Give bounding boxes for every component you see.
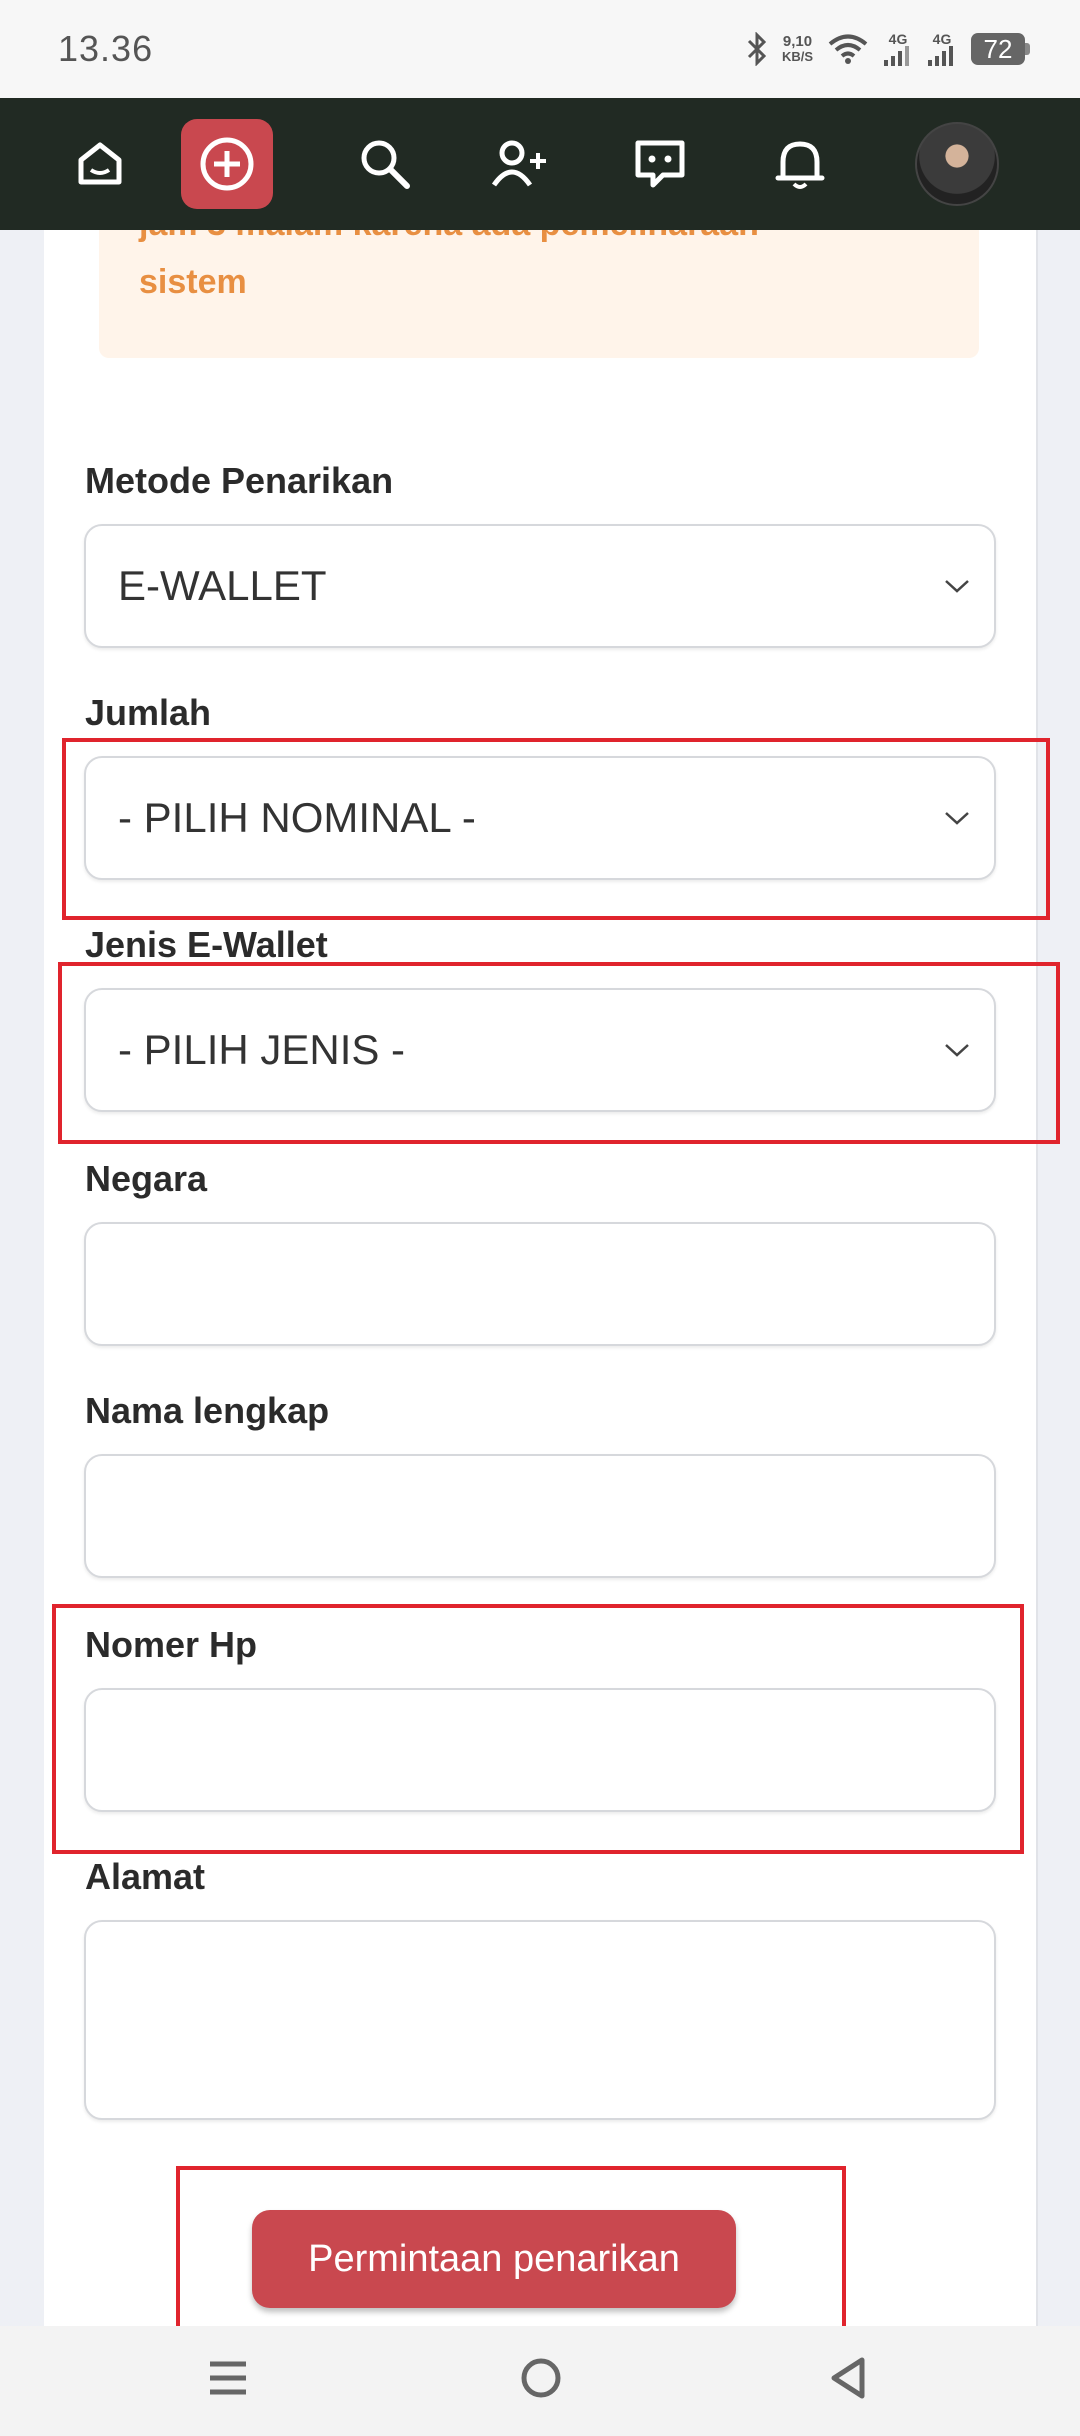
home-icon: [78, 142, 122, 185]
nav-add-user[interactable]: [485, 98, 555, 230]
menu-icon[interactable]: [208, 2356, 248, 2400]
signal-icon: [928, 46, 953, 66]
wifi-icon: [828, 34, 868, 64]
nav-profile[interactable]: [915, 98, 999, 230]
status-bar: 13.36 9,10 KB/S 4G 4G 72: [0, 0, 1080, 98]
home-circle-icon[interactable]: [519, 2356, 563, 2400]
withdraw-form-card: jam 3 malam karena ada pemeliharaan sist…: [44, 230, 1038, 2326]
signal-indicator-1: 4G: [883, 32, 913, 66]
address-label: Alamat: [85, 1856, 206, 1897]
battery-icon: 72: [971, 33, 1030, 65]
method-value: E-WALLET: [118, 562, 327, 609]
nav-home[interactable]: [60, 98, 140, 230]
country-field[interactable]: [84, 1222, 996, 1346]
method-select[interactable]: E-WALLET: [84, 524, 996, 648]
highlight-submit: [176, 2166, 846, 2344]
bell-icon: [775, 141, 825, 189]
status-icons: 9,10 KB/S 4G 4G 72: [746, 32, 1030, 66]
maintenance-notice: jam 3 malam karena ada pemeliharaan sist…: [99, 230, 979, 358]
add-user-icon: [491, 140, 546, 187]
add-button[interactable]: [181, 119, 273, 209]
net-speed: 9,10 KB/S: [781, 33, 813, 64]
highlight-phone: [52, 1604, 1024, 1854]
add-icon: [200, 137, 254, 191]
nav-chat[interactable]: [625, 98, 695, 230]
amount-label: Jumlah: [85, 692, 212, 733]
full-name-field[interactable]: [84, 1454, 996, 1578]
clock: 13.36: [58, 28, 154, 69]
address-field[interactable]: [84, 1920, 996, 2120]
highlight-wallet-type: [58, 962, 1060, 1144]
signal-icon: [884, 46, 909, 66]
search-icon: [361, 140, 410, 189]
chat-icon: [635, 140, 685, 188]
chevron-down-icon: [945, 580, 969, 593]
full-name-label: Nama lengkap: [85, 1390, 330, 1431]
top-nav: [0, 98, 1080, 230]
nav-add[interactable]: [180, 98, 274, 230]
wallet-type-label: Jenis E-Wallet: [85, 924, 328, 965]
country-label: Negara: [85, 1158, 208, 1199]
highlight-amount: [62, 738, 1050, 920]
avatar[interactable]: [915, 122, 999, 206]
back-icon[interactable]: [828, 2356, 868, 2400]
bluetooth-icon: [747, 32, 767, 66]
system-nav-bar: [0, 2326, 1080, 2436]
nav-search[interactable]: [350, 98, 420, 230]
signal-indicator-2: 4G: [927, 32, 957, 66]
nav-notifications[interactable]: [765, 98, 835, 230]
method-label: Metode Penarikan: [85, 460, 394, 501]
